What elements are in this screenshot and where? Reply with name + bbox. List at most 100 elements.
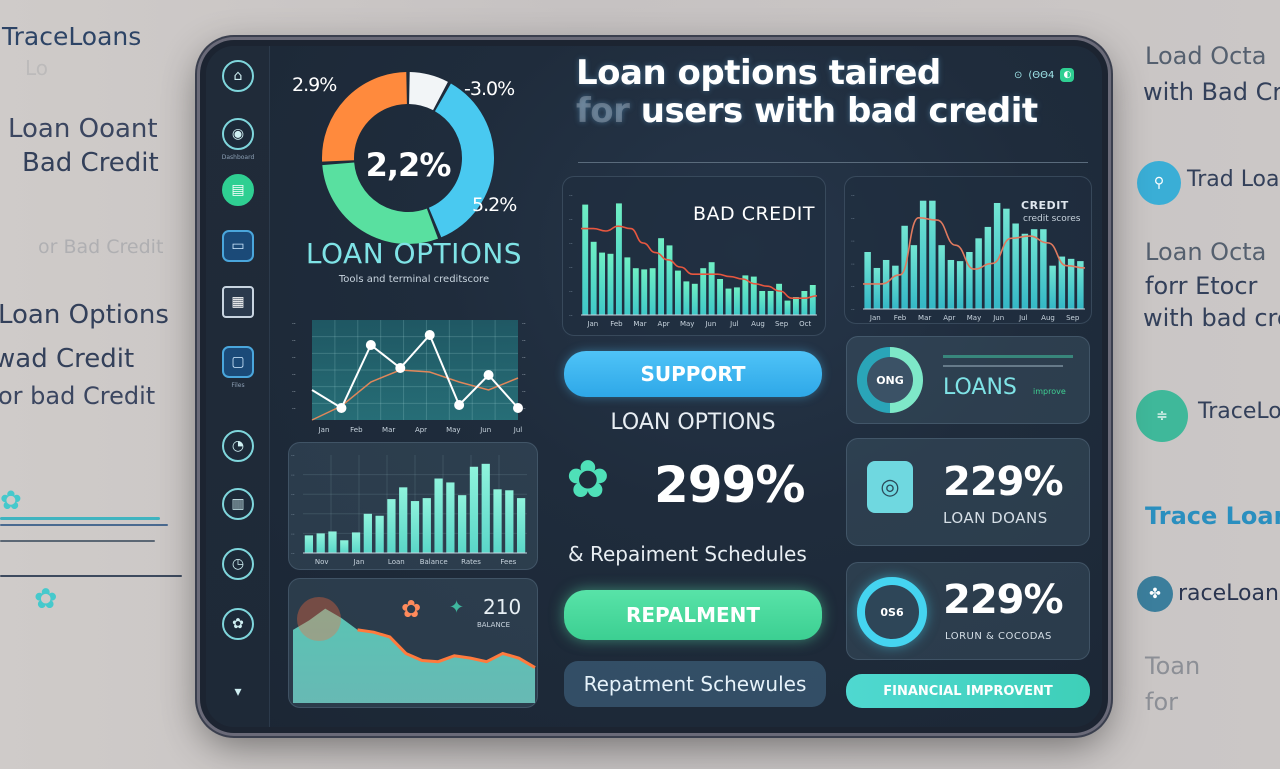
bar	[328, 531, 337, 553]
bar	[767, 291, 774, 315]
bar	[674, 270, 681, 315]
y-tick-label: ··	[291, 531, 295, 538]
bar	[801, 291, 808, 315]
x-tick-label: Fees	[500, 558, 516, 566]
bg-right-item2[interactable]: TraceLoans	[1198, 399, 1280, 424]
dashboard-screen: ⌂ ◉ Dashboard ▤ ▭ ▦ ▢ Files ◔ ▥ ◷ ✿ ▾ 2,2% 2.9% -3.0…	[206, 46, 1102, 727]
x-tick-label: May	[446, 426, 460, 434]
battery-icon: (ΘΘ4	[1028, 69, 1055, 81]
y-tick-label: ··	[292, 372, 296, 379]
page-title: Loan options taired for users with bad c…	[576, 54, 1096, 130]
y-tick-label: ··	[569, 241, 573, 248]
repayment-schedules-button[interactable]: Repatment Schewules	[564, 661, 826, 707]
bg-right-line7: for	[1145, 688, 1178, 716]
bg-right-brand-link[interactable]: Trace Loans	[1145, 502, 1280, 530]
settings-icon[interactable]: ✿	[222, 608, 254, 640]
x-tick-label: Jul	[513, 426, 523, 434]
bg-right-line1: Load Octa	[1145, 42, 1267, 70]
stat-ring-icon: 0S6	[857, 577, 927, 647]
bar	[1012, 223, 1019, 309]
bar	[410, 501, 420, 553]
loans-title: LOANS	[943, 375, 1017, 400]
area-annotation-label: BALANCE	[477, 621, 510, 629]
bg-heading-line2: Bad Credit	[22, 148, 159, 178]
repayment-button[interactable]: REPALMENT	[564, 590, 822, 640]
ring-text: 0S6	[880, 605, 904, 619]
y-tick-label: ··	[292, 338, 296, 345]
bar	[733, 287, 740, 315]
loans-stat-card[interactable]: 0S6 229% LORUN & COCODAS	[846, 562, 1090, 660]
bar	[446, 482, 455, 553]
bar	[666, 245, 673, 315]
support-button[interactable]: SUPPORT	[564, 351, 822, 397]
bar	[632, 268, 639, 315]
bar	[624, 257, 631, 315]
bar	[582, 204, 589, 315]
flower-icon: ✿	[0, 486, 22, 516]
x-tick-label: Jun	[479, 426, 491, 434]
bg-heading-line1: Loan Ooant	[8, 114, 158, 144]
loan-doans-value: 229%	[943, 459, 1064, 505]
x-tick-label: Jul	[729, 320, 739, 328]
app-badge-icon[interactable]: ◐	[1060, 68, 1075, 82]
y-tick-label: ··	[291, 551, 295, 558]
bar	[493, 489, 502, 553]
loan-doans-card[interactable]: ◎ 229% LOAN DOANS	[846, 438, 1090, 546]
bar	[363, 513, 372, 553]
bg-list-line1[interactable]: Loan Options	[0, 300, 169, 330]
x-tick-label: Mar	[918, 314, 931, 322]
y-tick-label: ··	[291, 453, 295, 460]
loans-card[interactable]: ONG LOANS improve	[846, 336, 1090, 424]
bar	[434, 478, 443, 553]
collapse-icon[interactable]: ▾	[222, 676, 254, 708]
x-tick-label: Jun	[992, 314, 1004, 322]
calendar-icon[interactable]: ▦	[222, 286, 254, 318]
scale-icon: ≑	[1136, 390, 1188, 442]
bad-credit-chart-panel: ·· ·· ·· ·· ·· ·· Jan Feb Mar Apr May Jun Jul Aug Sep O…	[562, 176, 826, 336]
line-chart: ·· ·· ·· ·· ·· ·· ·· ·· ·· ·· ·· ·· Jan Feb Mar Apr May J…	[292, 320, 526, 434]
page-title-line2: users with bad credit	[640, 91, 1038, 131]
area-annotation-value: 210	[483, 595, 522, 619]
bar	[784, 300, 791, 315]
credit-title: CREDIT	[1021, 199, 1069, 212]
x-tick-label: Loan	[388, 558, 405, 566]
glow	[297, 597, 341, 641]
bar	[399, 487, 408, 553]
bg-brand[interactable]: TraceLoans	[2, 22, 141, 51]
y-tick-label: ··	[851, 307, 855, 314]
line-chart-panel: ·· ·· ·· ·· ·· ·· ·· ·· ·· ·· ·· ·· Jan Feb Mar Apr May J…	[288, 312, 538, 436]
bar	[658, 238, 665, 315]
bar	[919, 200, 927, 309]
bg-list-line2: wad Credit	[0, 344, 135, 374]
bar	[1003, 208, 1010, 309]
bar	[351, 532, 361, 553]
sparkle-icon: ✦	[449, 597, 465, 618]
y-tick-label: ··	[522, 321, 526, 328]
document-icon[interactable]: ▤	[222, 174, 254, 206]
financial-improvement-button[interactable]: FINANCIAL IMPROVENT	[846, 674, 1090, 708]
clock-icon[interactable]: ◷	[222, 548, 254, 580]
eye-icon[interactable]: ◉	[222, 118, 254, 150]
flower-icon: ✿	[34, 582, 58, 615]
x-tick-label: Aug	[1041, 314, 1055, 322]
chart-icon[interactable]: ▥	[222, 488, 254, 520]
flower-icon: ✿	[566, 450, 610, 510]
loans-progress-line	[943, 365, 1063, 367]
bg-right-item1[interactable]: Trad Loans	[1187, 167, 1280, 192]
loans-progress-line	[943, 355, 1073, 358]
gauge-icon[interactable]: ◔	[222, 430, 254, 462]
bar	[759, 291, 766, 315]
wallet-icon[interactable]: ▭	[222, 230, 254, 262]
bar	[1049, 265, 1056, 309]
y-tick-label: ··	[569, 217, 573, 224]
bg-right-item3[interactable]: raceLoans	[1178, 581, 1280, 606]
y-tick-label: ··	[522, 406, 526, 413]
bar	[717, 279, 724, 315]
folder-icon[interactable]: ▢	[222, 346, 254, 378]
bg-faint-line: or Bad Credit	[38, 236, 164, 258]
flower-icon: ✿	[401, 595, 422, 623]
x-tick-label: Sep	[1066, 314, 1080, 322]
big-percentage: 299%	[654, 456, 805, 514]
loan-options-title: LOAN OPTIONS	[305, 237, 523, 270]
home-icon[interactable]: ⌂	[222, 60, 254, 92]
